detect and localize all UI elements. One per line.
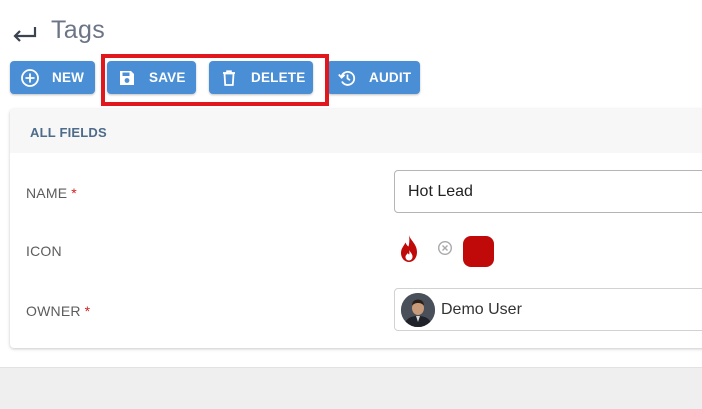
delete-button-label: DELETE: [251, 70, 306, 85]
audit-button[interactable]: AUDIT: [327, 61, 420, 94]
owner-required-mark: *: [84, 303, 91, 319]
back-arrow-icon[interactable]: [11, 24, 37, 46]
trash-icon: [219, 68, 239, 88]
owner-select[interactable]: Demo User: [394, 288, 702, 331]
new-button-label: NEW: [52, 70, 85, 85]
name-required-mark: *: [71, 185, 77, 201]
owner-name: Demo User: [441, 300, 522, 318]
new-button[interactable]: NEW: [10, 61, 95, 94]
name-label: NAME *: [26, 185, 77, 201]
save-button[interactable]: SAVE: [107, 61, 196, 94]
floppy-disk-icon: [117, 68, 137, 88]
card-header-title: ALL FIELDS: [30, 125, 107, 140]
name-label-text: NAME: [26, 185, 68, 201]
delete-button[interactable]: DELETE: [209, 61, 313, 94]
icon-label: ICON: [26, 243, 62, 259]
all-fields-card: ALL FIELDS NAME* ICON OWNER* Demo User: [10, 109, 702, 348]
footer-band: [0, 367, 702, 409]
owner-label: OWNER *: [26, 303, 90, 319]
history-icon: [337, 68, 357, 88]
avatar: [401, 292, 435, 327]
owner-label-text: OWNER: [26, 303, 81, 319]
audit-button-label: AUDIT: [369, 70, 412, 85]
color-swatch[interactable]: [463, 236, 494, 267]
page-title: Tags: [51, 16, 106, 44]
save-button-label: SAVE: [149, 70, 186, 85]
clear-icon[interactable]: [437, 240, 453, 256]
card-header: ALL FIELDS: [10, 109, 702, 153]
name-input[interactable]: [394, 170, 702, 213]
flame-icon[interactable]: [397, 234, 421, 264]
add-circle-icon: [20, 68, 40, 88]
